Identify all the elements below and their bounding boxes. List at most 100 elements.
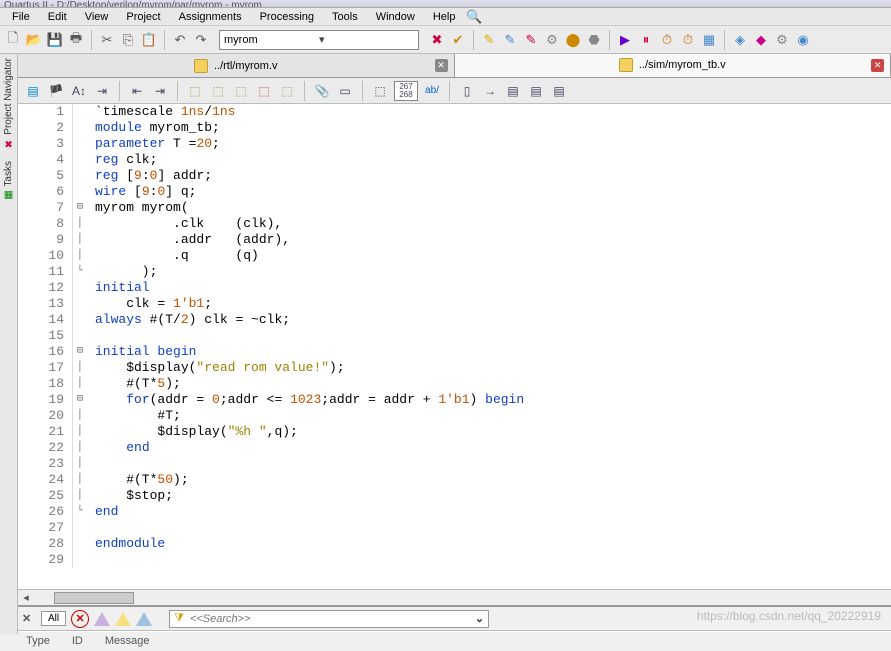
- code-line[interactable]: 24│ #(T*50);: [18, 472, 891, 488]
- code-line[interactable]: 1`timescale 1ns/1ns: [18, 104, 891, 120]
- col-type[interactable]: Type: [26, 635, 50, 647]
- tool-icon[interactable]: ✎: [480, 31, 498, 49]
- fold-gutter[interactable]: ⊟: [73, 344, 87, 360]
- sidebar-tab-tasks[interactable]: ▦Tasks: [3, 161, 14, 201]
- menu-help[interactable]: Help: [425, 10, 464, 24]
- outdent-icon[interactable]: ⇤: [128, 82, 146, 100]
- redo-icon[interactable]: ↷: [192, 31, 210, 49]
- code-line[interactable]: 23│: [18, 456, 891, 472]
- tab-myrom-tb-v[interactable]: ../sim/myrom_tb.v ✕: [455, 54, 891, 77]
- code-line[interactable]: 12initial: [18, 280, 891, 296]
- save-icon[interactable]: 💾: [46, 31, 64, 49]
- tool-icon[interactable]: ⬚: [209, 82, 227, 100]
- code-line[interactable]: 19⊟ for(addr = 0;addr <= 1023;addr = add…: [18, 392, 891, 408]
- tool-icon[interactable]: ▦: [700, 31, 718, 49]
- ratio-display[interactable]: 267 268: [394, 81, 418, 101]
- code-line[interactable]: 18│ #(T*5);: [18, 376, 891, 392]
- menu-edit[interactable]: Edit: [40, 10, 75, 24]
- code-line[interactable]: 10│ .q (q): [18, 248, 891, 264]
- code-line[interactable]: 5reg [9:0] addr;: [18, 168, 891, 184]
- pause-icon[interactable]: ⏸: [637, 31, 655, 49]
- tool-icon[interactable]: ▤: [550, 82, 568, 100]
- code-line[interactable]: 22│ end: [18, 440, 891, 456]
- fold-gutter[interactable]: ⊟: [73, 392, 87, 408]
- tool-icon[interactable]: ▭: [336, 82, 354, 100]
- tool-icon[interactable]: ✎: [501, 31, 519, 49]
- tool-icon[interactable]: ▯: [458, 82, 476, 100]
- code-line[interactable]: 16⊟initial begin: [18, 344, 891, 360]
- tool-icon[interactable]: →: [481, 82, 499, 100]
- menu-project[interactable]: Project: [118, 10, 168, 24]
- tool-icon[interactable]: ✖: [428, 31, 446, 49]
- tool-icon[interactable]: ⬤: [564, 31, 582, 49]
- code-line[interactable]: 25│ $stop;: [18, 488, 891, 504]
- code-line[interactable]: 17│ $display("read rom value!");: [18, 360, 891, 376]
- sidebar-tab-project-navigator[interactable]: ✖Project Navigator: [3, 58, 14, 149]
- tool-icon[interactable]: ▤: [504, 82, 522, 100]
- tool-icon[interactable]: ▤: [527, 82, 545, 100]
- critical-filter-icon[interactable]: [94, 612, 110, 626]
- menu-file[interactable]: File: [4, 10, 38, 24]
- tool-icon[interactable]: ⇥: [93, 82, 111, 100]
- attach-icon[interactable]: 📎: [313, 82, 331, 100]
- chevron-down-icon[interactable]: ⌄: [475, 612, 484, 625]
- tool-icon[interactable]: ⬚: [371, 82, 389, 100]
- paste-icon[interactable]: 📋: [140, 31, 158, 49]
- menu-tools[interactable]: Tools: [324, 10, 366, 24]
- code-line[interactable]: 4reg clk;: [18, 152, 891, 168]
- code-line[interactable]: 8│ .clk (clk),: [18, 216, 891, 232]
- filter-all-button[interactable]: All: [41, 611, 66, 626]
- code-line[interactable]: 15: [18, 328, 891, 344]
- code-line[interactable]: 20│ #T;: [18, 408, 891, 424]
- code-line[interactable]: 3parameter T =20;: [18, 136, 891, 152]
- tool-icon[interactable]: ◉: [794, 31, 812, 49]
- code-line[interactable]: 21│ $display("%h ",q);: [18, 424, 891, 440]
- menu-processing[interactable]: Processing: [252, 10, 322, 24]
- open-icon[interactable]: 📂: [25, 31, 43, 49]
- menu-view[interactable]: View: [77, 10, 117, 24]
- tool-icon[interactable]: ⬚: [255, 82, 273, 100]
- tool-icon[interactable]: ◆: [752, 31, 770, 49]
- code-line[interactable]: 28endmodule: [18, 536, 891, 552]
- close-icon[interactable]: ✕: [871, 59, 884, 72]
- code-line[interactable]: 13 clk = 1'b1;: [18, 296, 891, 312]
- indent-icon[interactable]: ⇥: [151, 82, 169, 100]
- col-message[interactable]: Message: [105, 635, 150, 647]
- warning-filter-icon[interactable]: [115, 612, 131, 626]
- error-filter-icon[interactable]: ✕: [71, 610, 89, 628]
- tool-icon[interactable]: ⚙: [773, 31, 791, 49]
- col-id[interactable]: ID: [72, 635, 83, 647]
- menu-assignments[interactable]: Assignments: [171, 10, 250, 24]
- stop-icon[interactable]: ⬣: [585, 31, 603, 49]
- tool-icon[interactable]: ▤: [24, 82, 42, 100]
- tool-icon[interactable]: ⬚: [232, 82, 250, 100]
- messages-search[interactable]: ⧩ ⌄: [169, 610, 489, 628]
- tool-icon[interactable]: ◈: [731, 31, 749, 49]
- code-line[interactable]: 29: [18, 552, 891, 568]
- search-input[interactable]: [190, 613, 475, 625]
- fold-gutter[interactable]: ⊟: [73, 200, 87, 216]
- tool-icon[interactable]: ✔: [449, 31, 467, 49]
- close-icon[interactable]: ✕: [435, 59, 448, 72]
- tool-icon[interactable]: ✎: [522, 31, 540, 49]
- tool-icon[interactable]: ⚙: [543, 31, 561, 49]
- timer-icon[interactable]: ⏱: [679, 31, 697, 49]
- scroll-left-icon[interactable]: ◂: [18, 591, 34, 604]
- code-line[interactable]: 2module myrom_tb;: [18, 120, 891, 136]
- code-line[interactable]: 26└end: [18, 504, 891, 520]
- info-filter-icon[interactable]: [136, 612, 152, 626]
- menu-window[interactable]: Window: [368, 10, 423, 24]
- code-line[interactable]: 14always #(T/2) clk = ~clk;: [18, 312, 891, 328]
- code-line[interactable]: 7⊟myrom myrom(: [18, 200, 891, 216]
- new-icon[interactable]: 🗋: [4, 31, 22, 49]
- code-line[interactable]: 27: [18, 520, 891, 536]
- tool-icon[interactable]: ⬚: [278, 82, 296, 100]
- horizontal-scrollbar[interactable]: ◂: [18, 589, 891, 605]
- undo-icon[interactable]: ↶: [171, 31, 189, 49]
- close-icon[interactable]: ✕: [22, 612, 36, 626]
- play-icon[interactable]: ▶: [616, 31, 634, 49]
- project-combo[interactable]: myrom ▾: [219, 30, 419, 50]
- copy-icon[interactable]: ⎘: [119, 31, 137, 49]
- tool-icon[interactable]: ⬚: [186, 82, 204, 100]
- tool-icon[interactable]: A↕: [70, 82, 88, 100]
